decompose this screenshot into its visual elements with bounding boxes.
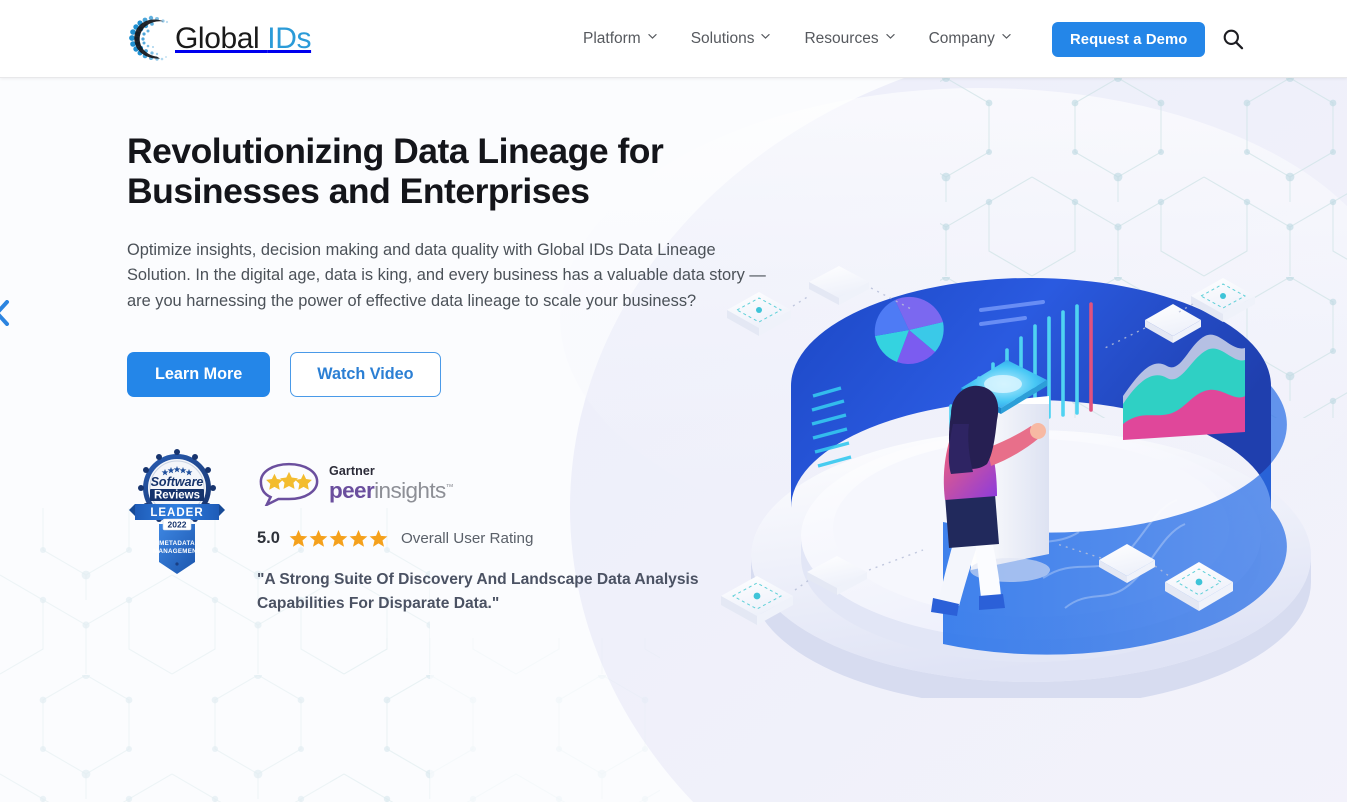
star-icon xyxy=(289,530,308,548)
nav-item-solutions[interactable]: Solutions xyxy=(674,0,788,78)
site-logo[interactable]: Global IDs xyxy=(127,12,311,66)
globe-dots-logo-icon xyxy=(127,14,173,64)
learn-more-button[interactable]: Learn More xyxy=(127,352,271,398)
nav-item-resources[interactable]: Resources xyxy=(787,0,911,78)
badge-category-line1: METADATA xyxy=(159,540,195,547)
nav-item-platform[interactable]: Platform xyxy=(566,0,674,78)
badge-line2: Reviews xyxy=(154,490,200,502)
nav-item-company[interactable]: Company xyxy=(912,0,1028,78)
nav-item-label: Company xyxy=(928,30,995,47)
badge-ribbon: LEADER xyxy=(150,507,203,519)
badge-year: 2022 xyxy=(168,520,187,530)
watch-video-button[interactable]: Watch Video xyxy=(290,352,441,398)
site-header: Global IDs Platform Solutions Resources … xyxy=(0,0,1347,78)
hero-cta-group: Learn More Watch Video xyxy=(127,352,827,398)
rating-label: Overall User Rating xyxy=(400,530,534,548)
testimonial-quote: "A Strong Suite Of Discovery And Landsca… xyxy=(257,571,699,612)
star-icon xyxy=(309,530,328,548)
star-icon xyxy=(369,530,388,548)
hero-subcopy: Optimize insights, decision making and d… xyxy=(127,240,766,310)
main-navigation: Platform Solutions Resources Company xyxy=(566,0,1028,78)
gartner-peer-insights-logo: Gartner peerinsights™ xyxy=(257,460,727,507)
chevron-down-icon xyxy=(761,33,771,42)
nav-item-label: Platform xyxy=(583,30,641,47)
star-icon xyxy=(329,530,348,548)
nav-item-label: Solutions xyxy=(690,30,755,47)
star-icon xyxy=(349,530,368,548)
chevron-down-icon xyxy=(648,33,657,42)
chevron-down-icon xyxy=(885,33,895,42)
proof-details: Gartner peerinsights™ 5.0 Overall User R… xyxy=(257,452,727,615)
trademark-symbol: ™ xyxy=(445,482,454,492)
gartner-brand-name: Gartner xyxy=(329,464,375,479)
insights-word: insights xyxy=(374,477,446,503)
rating-row: 5.0 Overall User Rating xyxy=(257,529,727,548)
search-icon[interactable] xyxy=(1221,27,1245,51)
gartner-stars-bubble-icon xyxy=(259,463,319,507)
logo-text-accent: IDs xyxy=(267,22,312,55)
logo-text-main: Global xyxy=(175,22,268,55)
badge-category-line2: MANAGEMENT xyxy=(153,548,201,555)
nav-item-label: Resources xyxy=(804,30,879,47)
hero-section: Revolutionizing Data Lineage for Busines… xyxy=(0,78,1347,802)
logo-text: Global IDs xyxy=(175,22,311,56)
carousel-prev-button[interactable] xyxy=(0,300,10,326)
social-proof: METADATA MANAGEMENT Software Reviews LEA… xyxy=(127,449,827,615)
badge-line1: Software xyxy=(151,475,204,489)
star-rating xyxy=(289,529,388,548)
rating-score: 5.0 xyxy=(257,529,280,548)
hero-content: Revolutionizing Data Lineage for Busines… xyxy=(127,131,827,615)
peer-insights-wordmark: peerinsights™ xyxy=(329,478,454,503)
page-title: Revolutionizing Data Lineage for Busines… xyxy=(127,131,664,211)
request-demo-button[interactable]: Request a Demo xyxy=(1052,22,1206,57)
chevron-down-icon xyxy=(1002,33,1011,42)
software-reviews-leader-badge: METADATA MANAGEMENT Software Reviews LEA… xyxy=(127,446,227,591)
peer-word: peer xyxy=(329,477,375,503)
